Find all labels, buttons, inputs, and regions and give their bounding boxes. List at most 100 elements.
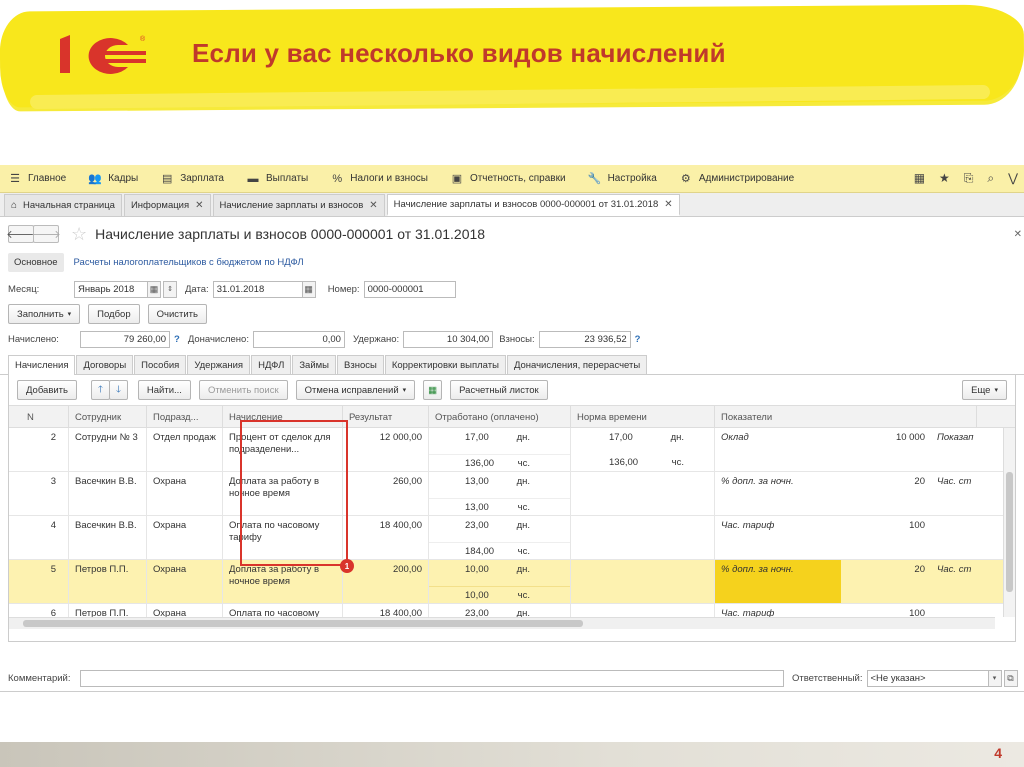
worked-days-value: 10,00 <box>465 564 489 575</box>
payslip-button[interactable]: Расчетный листок <box>450 380 548 400</box>
forward-button[interactable]: 🡒 <box>31 225 61 243</box>
menubar-right-tools: ▦ ★ ⎘ ⌕ ⋁ <box>914 171 1018 186</box>
calendar-icon[interactable]: ▦ <box>147 280 161 298</box>
inner-tab-2[interactable]: Пособия <box>134 355 187 374</box>
contrib-label: Взносы: <box>499 333 535 345</box>
inner-tab-8[interactable]: Доначисления, перерасчеты <box>506 355 648 374</box>
worked-hours-unit: чс. <box>517 458 530 469</box>
month-field[interactable]: Январь 2018 <box>74 280 148 298</box>
history-icon[interactable]: ⎘ <box>964 171 974 186</box>
worked-hours-unit: чс. <box>517 546 530 557</box>
cell-indicators: Час. тариф 100 <box>715 516 977 559</box>
indicator-name: % допл. за ночн. <box>715 560 841 603</box>
menu-item-1[interactable]: 👥 Кадры <box>88 172 138 185</box>
calendar-icon[interactable]: ▦ <box>301 280 316 298</box>
column-header[interactable]: N <box>9 406 69 428</box>
vertical-scrollbar[interactable] <box>1003 428 1015 617</box>
fill-button[interactable]: Заполнить ▾ <box>8 304 81 324</box>
cell-n: 2 <box>9 428 69 471</box>
inner-tab-6[interactable]: Взносы <box>337 355 384 374</box>
find-button[interactable]: Найти... <box>137 380 191 400</box>
table-row[interactable]: 3 Васечкин В.В. Охрана Доплата за работу в … <box>9 472 1015 516</box>
subtab-ndfl-link[interactable]: Расчеты налогоплательщиков с бюджетом по… <box>68 253 310 272</box>
month-stepper[interactable]: ⇕ <box>163 280 177 298</box>
star-icon[interactable]: ★ <box>939 171 950 186</box>
menu-item-3[interactable]: ▬ Выплаты <box>246 173 309 185</box>
contrib-field[interactable]: 23 936,52 <box>538 330 631 348</box>
horizontal-scrollbar[interactable] <box>9 617 995 629</box>
more-icon[interactable]: ⋁ <box>1008 171 1018 186</box>
inner-tab-4[interactable]: НДФЛ <box>251 355 292 374</box>
select-button[interactable]: Подбор <box>88 304 140 324</box>
accrued-field[interactable]: 79 260,00 <box>80 330 170 348</box>
scroll-thumb[interactable] <box>1006 472 1013 592</box>
column-header[interactable]: Результат <box>343 406 429 428</box>
inner-tab-3[interactable]: Удержания <box>187 355 251 374</box>
subtab-main[interactable]: Основное <box>8 252 64 272</box>
cell-norm: 17,00 дн. 136,00 чс. <box>571 428 715 471</box>
1c-logo-icon: ® <box>60 35 146 74</box>
dropdown-arrow-icon: ▾ <box>402 387 407 394</box>
table-row[interactable]: 2 Сотрудни № 3 Отдел продаж Процент от сдел… <box>9 428 1015 472</box>
scroll-thumb[interactable] <box>23 620 583 627</box>
search-icon[interactable]: ⌕ <box>987 171 994 186</box>
cancel-fix-button[interactable]: Отмена исправлений ▾ <box>295 380 416 400</box>
slide-title: Если у вас несколько видов начислений <box>192 38 726 68</box>
table-row[interactable]: 4 Васечкин В.В. Охрана Оплата по часовому т… <box>9 516 1015 560</box>
inner-tab-1[interactable]: Договоры <box>76 355 134 374</box>
withheld-field[interactable]: 10 304,00 <box>403 330 494 348</box>
inner-tab-0[interactable]: Начисления <box>8 355 76 375</box>
column-header[interactable]: Отработано (оплачено) <box>429 406 571 428</box>
close-icon[interactable]: ✕ <box>369 200 377 211</box>
close-icon[interactable]: ✕ <box>1014 229 1022 240</box>
date-field[interactable]: 31.01.2018 <box>212 280 303 298</box>
column-header[interactable]: Норма времени <box>571 406 715 428</box>
add-button[interactable]: Добавить <box>17 380 77 400</box>
tab-doc[interactable]: Начисление зарплаты и взносов 0000-00000… <box>386 194 680 216</box>
cell-n: 3 <box>9 472 69 515</box>
accruals-panel: Добавить 🡑 🡓 Найти... Отменить поиск Отм… <box>8 375 1016 642</box>
open-icon[interactable]: ⧉ <box>1003 669 1018 687</box>
help-icon[interactable]: ? <box>174 334 180 345</box>
grid-icon[interactable]: ▦ <box>914 171 925 186</box>
tab-info[interactable]: Информация ✕ <box>123 194 211 216</box>
norm-hours <box>571 498 714 515</box>
column-header[interactable]: Подразд... <box>147 406 223 428</box>
tab-list[interactable]: Начисление зарплаты и взносов ✕ <box>212 194 385 216</box>
extra-field[interactable]: 0,00 <box>252 330 345 348</box>
menu-item-4[interactable]: % Налоги и взносы <box>330 173 428 185</box>
number-field[interactable]: 0000-000001 <box>363 280 456 298</box>
cancel-search-button[interactable]: Отменить поиск <box>198 380 288 400</box>
indicator-value: 20 <box>914 476 925 487</box>
move-down-button[interactable]: 🡓 <box>108 380 128 400</box>
comment-field[interactable] <box>80 669 784 687</box>
more-button[interactable]: Еще ▾ <box>962 380 1007 400</box>
help-icon[interactable]: ? <box>635 334 641 345</box>
clear-button[interactable]: Очистить <box>147 304 207 324</box>
column-header[interactable]: Начисление <box>223 406 343 428</box>
norm-hours-unit: чс. <box>671 457 684 468</box>
inner-tab-5[interactable]: Займы <box>292 355 336 374</box>
column-header[interactable]: Сотрудник <box>69 406 147 428</box>
back-button[interactable]: 🡐 <box>6 225 36 243</box>
indicator-name: % допл. за ночн. <box>721 476 794 487</box>
menu-item-2[interactable]: ▤ Зарплата <box>160 172 224 185</box>
column-header[interactable]: Показатели <box>715 406 977 428</box>
menu-item-5[interactable]: ▣ Отчетность, справки <box>450 172 566 185</box>
favorite-star-icon[interactable]: ☆ <box>71 224 87 245</box>
menu-item-6[interactable]: 🔧 Настройка <box>588 172 657 185</box>
menu-item-label: Налоги и взносы <box>350 173 428 184</box>
move-up-button[interactable]: 🡑 <box>91 380 110 400</box>
close-icon[interactable]: ✕ <box>664 199 672 210</box>
cell-department: Охрана <box>147 472 223 515</box>
inner-tab-7[interactable]: Корректировки выплаты <box>384 355 506 374</box>
responsible-field[interactable]: <Не указан> <box>866 669 989 687</box>
menu-item-0[interactable]: ☰ Главное <box>8 172 66 185</box>
table-row[interactable]: 5 Петров П.П. Охрана Доплата за работу в но… <box>9 560 1015 604</box>
edit-table-button[interactable]: ▦ <box>423 380 443 400</box>
tab-home[interactable]: ⌂ Начальная страница <box>4 194 122 216</box>
menu-item-7[interactable]: ⚙ Администрирование <box>679 172 794 185</box>
close-icon[interactable]: ✕ <box>195 200 203 211</box>
norm-hours <box>571 586 714 603</box>
dropdown-arrow-icon[interactable]: ▾ <box>987 669 1002 687</box>
